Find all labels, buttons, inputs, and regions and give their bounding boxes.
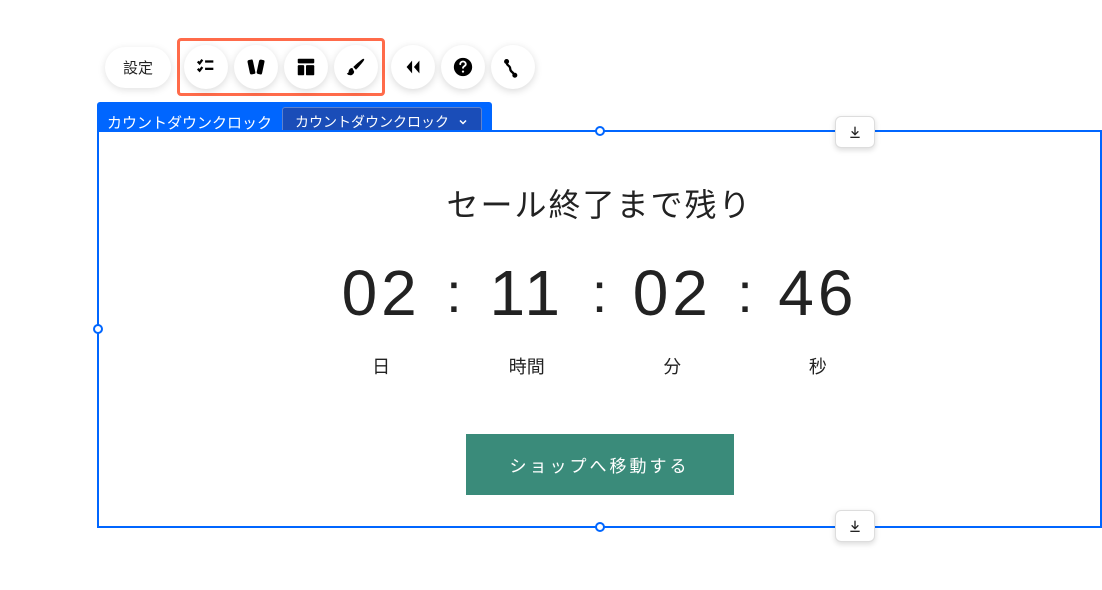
days-label: 日 bbox=[372, 353, 390, 379]
animate-button[interactable] bbox=[184, 45, 228, 89]
hours-value: 11 bbox=[490, 261, 564, 325]
separator: : bbox=[737, 265, 753, 321]
seconds-label: 秒 bbox=[809, 353, 827, 379]
stretch-icon bbox=[402, 56, 424, 78]
chevron-down-icon bbox=[457, 116, 469, 128]
settings-button[interactable]: 設定 bbox=[105, 47, 171, 88]
countdown-title[interactable]: セール終了まで残り bbox=[300, 180, 900, 226]
countdown-block-frame[interactable]: セール終了まで残り 02 日 : 11 時間 : 02 分 : 46 秒 ショッ… bbox=[97, 130, 1102, 528]
stretch-button[interactable] bbox=[391, 45, 435, 89]
add-section-below-button[interactable] bbox=[835, 510, 875, 542]
checklist-icon bbox=[195, 56, 217, 78]
layout-button[interactable] bbox=[284, 45, 328, 89]
time-minutes: 02 分 bbox=[607, 261, 737, 379]
highlighted-tool-group bbox=[177, 38, 385, 96]
more-button[interactable] bbox=[491, 45, 535, 89]
brush-icon bbox=[345, 56, 367, 78]
resize-handle-left[interactable] bbox=[93, 324, 103, 334]
time-days: 02 日 bbox=[316, 261, 446, 379]
cta-button[interactable]: ショップへ移動する bbox=[466, 434, 734, 495]
time-seconds: 46 秒 bbox=[753, 261, 883, 379]
hours-label: 時間 bbox=[509, 353, 545, 379]
countdown-timer: 02 日 : 11 時間 : 02 分 : 46 秒 bbox=[300, 261, 900, 379]
help-icon bbox=[452, 56, 474, 78]
layout-icon bbox=[295, 56, 317, 78]
separator: : bbox=[592, 265, 608, 321]
minutes-value: 02 bbox=[633, 261, 712, 325]
resize-handle-top[interactable] bbox=[595, 126, 605, 136]
design-button[interactable] bbox=[334, 45, 378, 89]
time-hours: 11 時間 bbox=[462, 261, 592, 379]
cards-icon bbox=[245, 56, 267, 78]
insert-below-icon bbox=[847, 518, 863, 534]
insert-above-icon bbox=[847, 124, 863, 140]
minutes-label: 分 bbox=[663, 353, 681, 379]
resize-handle-bottom[interactable] bbox=[595, 522, 605, 532]
seconds-value: 46 bbox=[778, 261, 857, 325]
transitions-button[interactable] bbox=[234, 45, 278, 89]
countdown-content: セール終了まで残り 02 日 : 11 時間 : 02 分 : 46 秒 ショッ… bbox=[300, 180, 900, 495]
dropdown-selected-label: カウントダウンクロック bbox=[295, 112, 449, 132]
separator: : bbox=[446, 265, 462, 321]
squiggle-icon bbox=[502, 56, 524, 78]
days-value: 02 bbox=[342, 261, 421, 325]
editor-toolbar: 設定 bbox=[105, 38, 535, 96]
add-section-above-button[interactable] bbox=[835, 116, 875, 148]
help-button[interactable] bbox=[441, 45, 485, 89]
